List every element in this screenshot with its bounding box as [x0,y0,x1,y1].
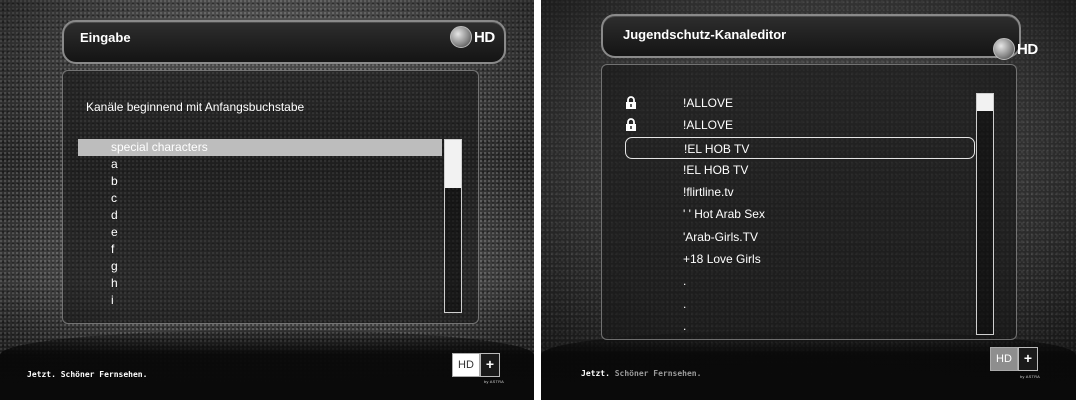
channel-row[interactable]: . [625,270,975,292]
logo-tag: by ASTRA [1020,374,1041,379]
channel-name: !EL HOB TV [683,162,749,177]
panel-subtitle: Kanäle beginnend mit Anfangsbuchstabe [86,100,305,114]
hd-disc-icon [993,38,1015,60]
list-item[interactable]: h [78,275,442,292]
lock-icon [626,118,636,132]
channel-name: . [683,318,687,333]
channel-row[interactable]: . [625,315,975,337]
list-item[interactable]: e [78,224,442,241]
hd-badge: HD [450,26,495,48]
hd-label: HD [474,28,495,46]
window-title: Eingabe [80,30,131,45]
list-item[interactable]: a [78,156,442,173]
hd-disc-icon [450,26,472,48]
channel-row[interactable]: !ALLOVE [625,92,975,114]
logo-hd: HD [452,353,480,377]
slogan-prefix: Jetzt. [27,370,56,379]
channel-name: !ALLOVE [683,118,734,133]
channel-name: !ALLOVE [683,96,734,110]
channel-name: ' ' Hot Arab Sex [683,207,765,222]
channel-name: . [683,274,687,289]
footer-slogan: Jetzt. Schöner Fernsehen. [27,370,147,379]
channel-name: . [683,296,687,311]
list-item-selected[interactable]: special characters [78,139,442,156]
hdplus-logo: HD + [990,347,1038,371]
hd-badge: HD [993,38,1038,60]
logo-tag: by ASTRA [484,379,505,384]
channel-name: !flirtline.tv [683,185,734,200]
logo-hd: HD [990,347,1018,371]
logo-plus: + [480,353,500,377]
list-item[interactable]: b [78,173,442,190]
list-item[interactable]: g [78,258,442,275]
hdplus-logo: HD + [452,353,500,377]
list-item[interactable]: i [78,292,442,309]
channel-name: !EL HOB TV [684,141,750,156]
screen-divider [534,0,541,400]
scroll-thumb[interactable] [977,94,993,111]
lock-icon [626,96,636,109]
scroll-thumb[interactable] [445,140,461,189]
channel-row[interactable]: 'Arab-Girls.TV [625,226,975,248]
channel-row[interactable]: ' ' Hot Arab Sex [625,203,975,225]
slogan-text: Schöner Fernsehen. [60,370,148,379]
channel-name: +18 Love Girls [683,252,761,267]
logo-plus: + [1018,347,1038,371]
scrollbar[interactable] [976,93,994,335]
list-item[interactable]: f [78,241,442,258]
list-item[interactable]: c [78,190,442,207]
channel-row[interactable]: +18 Love Girls [625,248,975,270]
list-item[interactable]: d [78,207,442,224]
window-title: Jugendschutz-Kanaleditor [623,27,787,42]
channel-row[interactable]: !ALLOVE [625,114,975,136]
channel-row[interactable]: !flirtline.tv [625,181,975,203]
title-bar: Jugendschutz-Kanaleditor [601,14,1021,58]
channel-row[interactable]: !EL HOB TV [625,159,975,181]
hd-label: HD [1017,40,1038,58]
slogan-text: Schöner Fernsehen. [614,369,702,378]
channel-list[interactable]: !ALLOVE !ALLOVE !EL HOB TV !EL HOB TV !f… [625,92,975,337]
slogan-prefix: Jetzt. [581,369,610,378]
channel-row-selected[interactable]: !EL HOB TV [625,136,975,159]
title-bar: Eingabe HD [62,20,506,64]
left-tv-screen: Eingabe HD Kanäle beginnend mit Anfangsb… [0,0,534,400]
scrollbar[interactable] [444,139,462,313]
channel-name: 'Arab-Girls.TV [683,229,758,244]
footer-slogan: Jetzt. Schöner Fernsehen. [581,369,701,378]
letter-list[interactable]: special characters a b c d e f g h i [78,139,442,309]
channel-row[interactable]: . [625,293,975,315]
